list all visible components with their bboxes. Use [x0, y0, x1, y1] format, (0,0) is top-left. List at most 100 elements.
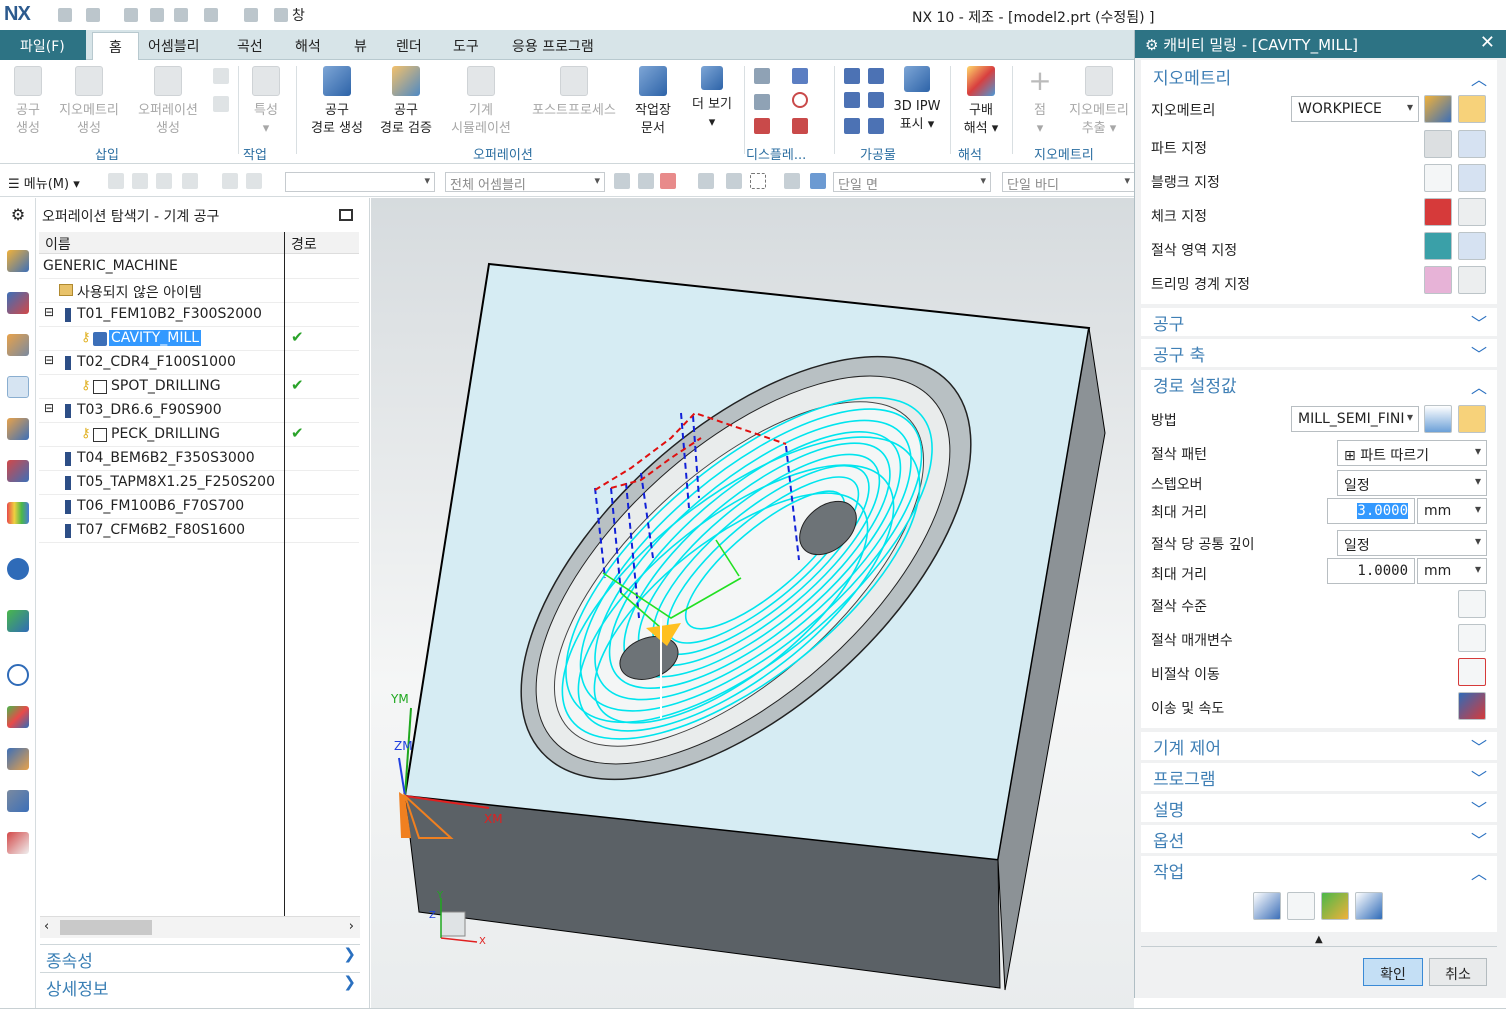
details-section[interactable]: 상세정보 ❯: [40, 972, 360, 1000]
feeds-speeds-icon[interactable]: [1458, 692, 1486, 720]
type-filter-dropdown[interactable]: [285, 172, 435, 192]
tab-view[interactable]: 뷰: [354, 36, 367, 56]
cut-icon[interactable]: [124, 8, 138, 22]
filter-icon-2[interactable]: [132, 173, 148, 189]
workpiece-icon-5[interactable]: [844, 118, 860, 134]
tab-curve[interactable]: 곡선: [237, 36, 263, 56]
new-geometry-icon[interactable]: [1424, 95, 1452, 123]
group-operation[interactable]: 오퍼레이션: [473, 144, 533, 163]
display-part-icon[interactable]: [1458, 130, 1486, 158]
repeat-command-icon[interactable]: [204, 8, 218, 22]
horizontal-scrollbar[interactable]: ‹ ›: [40, 916, 360, 938]
create-tool-button[interactable]: 공구 생성: [8, 60, 48, 138]
group-insert[interactable]: 삽입: [95, 144, 119, 163]
properties-button[interactable]: 특성 ▾: [246, 60, 286, 138]
tree-row-tool-t07[interactable]: T07_CFM6B2_F80S1600: [39, 519, 359, 543]
collapse-icon[interactable]: ⊟: [44, 305, 54, 319]
snap-icon-4[interactable]: [698, 173, 714, 189]
method-select[interactable]: MILL_SEMI_FINI: [1291, 406, 1419, 432]
shop-docs-button[interactable]: 작업장 문서: [628, 60, 678, 138]
paste-icon[interactable]: [174, 8, 188, 22]
tab-home[interactable]: 홈: [92, 32, 139, 61]
generate-icon[interactable]: [1253, 892, 1281, 920]
edit-geometry-icon[interactable]: [1458, 95, 1486, 123]
rectangle-select-icon[interactable]: [750, 173, 766, 189]
trim-boundary-icon[interactable]: [1424, 266, 1452, 294]
collapse-icon[interactable]: ⊟: [44, 353, 54, 367]
workpiece-icon-2[interactable]: [868, 68, 884, 84]
cancel-button[interactable]: 취소: [1429, 958, 1487, 986]
verify-toolpath-button[interactable]: 공구 경로 검증: [374, 60, 438, 138]
tab-tools[interactable]: 도구: [453, 36, 479, 56]
chevron-up-icon[interactable]: ︿: [1471, 374, 1487, 398]
edit-method-icon[interactable]: [1458, 405, 1486, 433]
create-operation-button[interactable]: 오퍼레이션 생성: [130, 60, 206, 138]
workpiece-icon-4[interactable]: [868, 92, 884, 108]
tree-row-tool-t05[interactable]: T05_TAPM8X1.25_F250S200: [39, 471, 359, 495]
display-blank-icon[interactable]: [1458, 164, 1486, 192]
workpiece-icon-6[interactable]: [868, 118, 884, 134]
tool-axis-pane[interactable]: 공구 축 ﹀: [1141, 339, 1497, 367]
group-display[interactable]: 디스플레...: [746, 144, 806, 163]
display-icon-1[interactable]: [754, 68, 770, 84]
cut-area-icon[interactable]: [1424, 232, 1452, 260]
chevron-up-icon[interactable]: ︿: [1471, 66, 1487, 90]
assembly-navigator-icon[interactable]: [7, 250, 29, 272]
snap-icon-2[interactable]: [638, 173, 654, 189]
common-depth-select[interactable]: 일정: [1337, 530, 1487, 556]
display-icon-3[interactable]: [754, 118, 770, 134]
process-studio-icon[interactable]: [7, 706, 29, 728]
create-geometry-button[interactable]: 지오메트리 생성: [52, 60, 126, 138]
actions-header[interactable]: 작업: [1153, 858, 1184, 883]
maximize-icon[interactable]: [339, 209, 353, 221]
path-settings-header[interactable]: 경로 설정값: [1153, 372, 1237, 397]
geometry-select[interactable]: WORKPIECE: [1291, 96, 1419, 122]
max-distance-input[interactable]: 3.0000: [1327, 498, 1415, 524]
check-geometry-icon[interactable]: [1424, 198, 1452, 226]
machine-tool-navigator-icon[interactable]: [7, 418, 29, 440]
stepover-select[interactable]: 일정: [1337, 470, 1487, 496]
filter-icon-3[interactable]: [156, 173, 172, 189]
replay-icon[interactable]: [1287, 892, 1315, 920]
max-distance-2-unit-select[interactable]: mm: [1417, 558, 1487, 584]
tree-row-peck-drilling[interactable]: ⚷ PECK_DRILLING ✔: [39, 423, 359, 447]
generate-toolpath-button[interactable]: 공구 경로 생성: [306, 60, 368, 138]
display-icon-6[interactable]: [792, 118, 808, 134]
part-navigator-icon[interactable]: [7, 334, 29, 356]
max-distance-2-input[interactable]: 1.0000: [1327, 558, 1415, 584]
non-cutting-moves-icon[interactable]: [1458, 658, 1486, 686]
display-trim-icon[interactable]: [1458, 266, 1486, 294]
verify-icon[interactable]: [1321, 892, 1349, 920]
display-check-icon[interactable]: [1458, 198, 1486, 226]
scroll-thumb[interactable]: [60, 920, 152, 935]
body-select-icon[interactable]: [810, 173, 826, 189]
menu-button[interactable]: ☰ 메뉴(M) ▾: [8, 173, 80, 192]
group-action[interactable]: 작업: [243, 144, 267, 163]
tree-row-generic-machine[interactable]: GENERIC_MACHINE: [39, 255, 359, 279]
tree-row-cavity-mill[interactable]: ⚷ CAVITY_MILL ✔: [39, 327, 359, 351]
tab-file[interactable]: 파일(F): [0, 30, 86, 60]
draft-analysis-button[interactable]: 구배 해석 ▾: [958, 60, 1004, 138]
program-pane[interactable]: 프로그램 ﹀: [1141, 763, 1497, 791]
filter-icon-6[interactable]: [246, 173, 262, 189]
group-analysis[interactable]: 해석: [958, 144, 982, 163]
filter-icon-4[interactable]: [182, 173, 198, 189]
max-distance-unit-select[interactable]: mm: [1417, 498, 1487, 524]
close-icon[interactable]: ✕: [1480, 32, 1495, 53]
new-method-icon[interactable]: [1424, 405, 1452, 433]
web-browser-icon[interactable]: [7, 610, 29, 632]
filter-icon-5[interactable]: [222, 173, 238, 189]
machine-simulation-button[interactable]: 기계 시뮬레이션: [444, 60, 518, 138]
snap-icon-6[interactable]: [784, 173, 800, 189]
snap-icon-3[interactable]: [660, 173, 676, 189]
gear-icon[interactable]: ⚙: [7, 204, 29, 226]
blank-geometry-icon[interactable]: [1424, 164, 1452, 192]
operation-navigator-icon[interactable]: [7, 376, 29, 398]
touch-mode-icon[interactable]: [244, 8, 258, 22]
graphics-window[interactable]: YM ZM XM Y Z X: [371, 198, 1134, 1008]
display-icon-5[interactable]: [792, 92, 808, 108]
insert-small-icon-2[interactable]: [213, 96, 229, 112]
info-icon[interactable]: [7, 558, 29, 580]
group-workpiece[interactable]: 가공물: [860, 144, 896, 163]
tool-pane[interactable]: 공구 ﹀: [1141, 308, 1497, 336]
